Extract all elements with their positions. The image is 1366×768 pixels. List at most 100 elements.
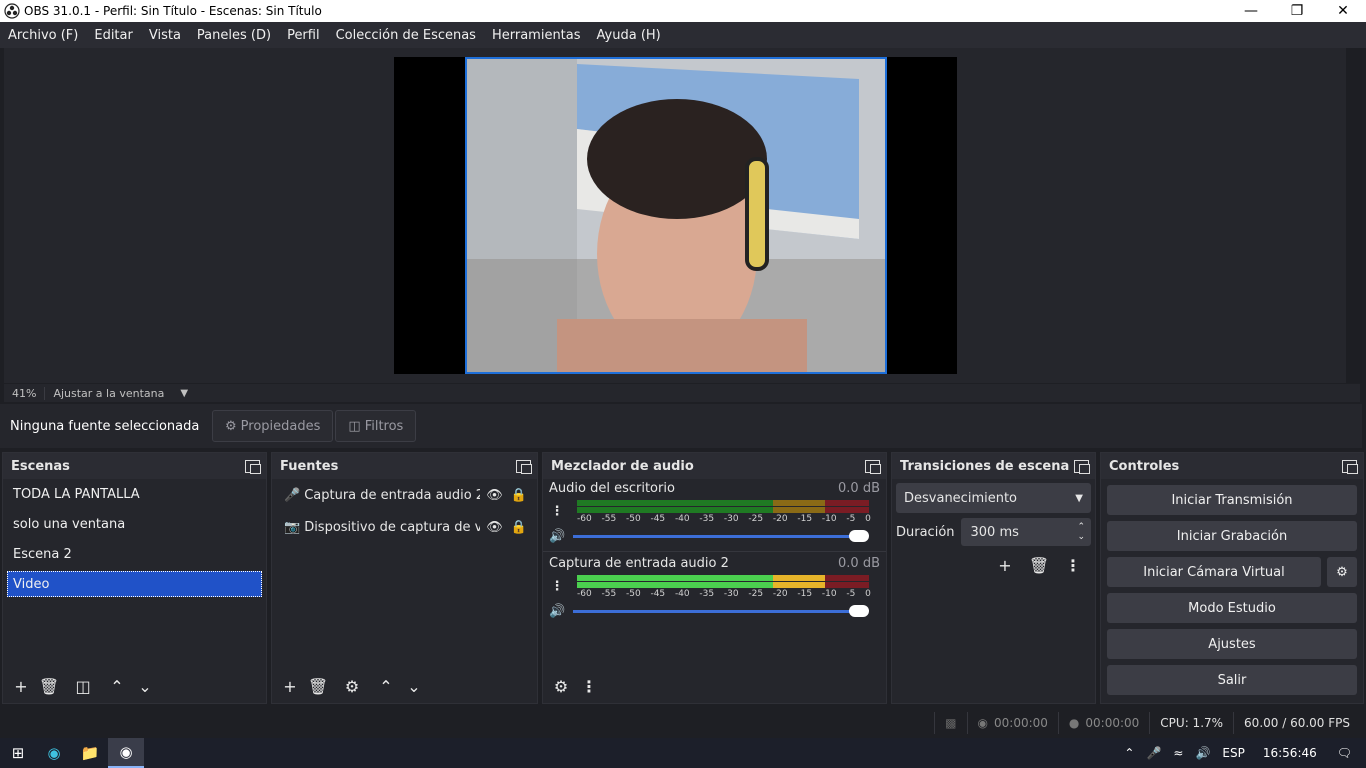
- speaker-icon[interactable]: 🔊: [549, 529, 565, 544]
- trash-icon[interactable]: 🗑: [1025, 553, 1053, 577]
- tick-label: -10: [821, 589, 837, 599]
- tick-label: -25: [748, 514, 764, 524]
- menu-editar[interactable]: Editar: [94, 28, 133, 43]
- undock-icon[interactable]: [1074, 459, 1090, 474]
- volume-knob[interactable]: [849, 530, 869, 542]
- tray-volume-icon[interactable]: 🔊: [1195, 746, 1210, 760]
- sources-dock: Fuentes 🎤 Captura de entrada audio 2 👁 🔒…: [271, 452, 538, 704]
- channel-menu-icon[interactable]: ⋮: [549, 579, 565, 594]
- menu-vista[interactable]: Vista: [149, 28, 181, 43]
- source-item[interactable]: 📷 Dispositivo de captura de video 👁 🔒: [272, 511, 537, 543]
- sources-header: Fuentes: [272, 453, 537, 479]
- tick-label: -20: [772, 589, 788, 599]
- trash-icon[interactable]: 🗑: [35, 674, 63, 698]
- channel-db: 0.0 dB: [838, 480, 880, 496]
- tick-label: -55: [601, 514, 617, 524]
- preview-scrollbar[interactable]: [1346, 48, 1362, 383]
- menu-perfil[interactable]: Perfil: [287, 28, 320, 43]
- tray-language[interactable]: ESP: [1222, 746, 1244, 760]
- menu-archivo[interactable]: Archivo (F): [8, 28, 78, 43]
- scene-item[interactable]: TODA LA PANTALLA: [3, 479, 266, 509]
- speaker-icon[interactable]: 🔊: [549, 604, 565, 619]
- channel-db: 0.0 dB: [838, 555, 880, 571]
- tray-microphone-icon[interactable]: 🎤: [1146, 746, 1161, 760]
- tray-wifi-icon[interactable]: ≈: [1173, 746, 1183, 760]
- obs-taskbar-icon[interactable]: ◉: [108, 738, 144, 768]
- undock-icon[interactable]: [1342, 459, 1358, 474]
- undock-icon[interactable]: [865, 459, 881, 474]
- notifications-icon[interactable]: 🗨: [1337, 746, 1352, 760]
- volume-slider[interactable]: [573, 601, 873, 621]
- filters-button[interactable]: ◫ Filtros: [335, 410, 417, 442]
- undock-icon[interactable]: [516, 459, 532, 474]
- transition-select[interactable]: Desvanecimiento ▼: [896, 483, 1091, 513]
- studio-mode-button[interactable]: Modo Estudio: [1107, 593, 1357, 623]
- webcam-source[interactable]: [465, 57, 887, 374]
- lock-icon[interactable]: 🔒: [511, 520, 527, 535]
- sources-title: Fuentes: [280, 458, 339, 474]
- visibility-eye-icon[interactable]: 👁: [486, 520, 503, 535]
- settings-button[interactable]: Ajustes: [1107, 629, 1357, 659]
- duration-row: Duración 300 ms ⌃ ⌄: [896, 517, 1091, 547]
- menu-herramientas[interactable]: Herramientas: [492, 28, 581, 43]
- source-properties-icon[interactable]: ⚙: [338, 674, 366, 698]
- zoom-mode[interactable]: Ajustar a la ventana: [45, 387, 172, 400]
- transition-menu-icon[interactable]: ⋮: [1059, 553, 1087, 577]
- volume-slider[interactable]: [573, 526, 873, 546]
- add-source-icon[interactable]: +: [276, 674, 304, 698]
- volume-knob[interactable]: [849, 605, 869, 617]
- record-time: 00:00:00: [1085, 716, 1140, 730]
- scene-item[interactable]: solo una ventana: [3, 509, 266, 539]
- start-virtual-camera-button[interactable]: Iniciar Cámara Virtual: [1107, 557, 1321, 587]
- duration-spinbox[interactable]: 300 ms ⌃ ⌄: [960, 518, 1091, 546]
- undock-icon[interactable]: [245, 459, 261, 474]
- menu-paneles[interactable]: Paneles (D): [197, 28, 271, 43]
- fps-readout: 60.00 / 60.00 FPS: [1233, 712, 1366, 734]
- trash-icon[interactable]: 🗑: [304, 674, 332, 698]
- edge-browser-icon[interactable]: ◉: [36, 738, 72, 768]
- cpu-usage: CPU: 1.7%: [1149, 712, 1233, 734]
- minimize-button[interactable]: —: [1228, 0, 1274, 22]
- file-explorer-icon[interactable]: 📁: [72, 738, 108, 768]
- spin-arrows-icon[interactable]: ⌃ ⌄: [1077, 522, 1085, 542]
- preview-area[interactable]: [4, 48, 1346, 383]
- transition-toolbar: + 🗑 ⋮: [892, 553, 1095, 577]
- mixer-menu-icon[interactable]: ⋮: [575, 674, 603, 698]
- move-down-icon[interactable]: ⌄: [131, 674, 159, 698]
- title-bar: OBS 31.0.1 - Perfil: Sin Título - Escena…: [0, 0, 1366, 22]
- volume-meter: -60 -55 -50 -45 -40 -35 -30 -25 -20 -15 …: [573, 498, 871, 524]
- move-up-icon[interactable]: ⌃: [372, 674, 400, 698]
- tick-label: -15: [797, 589, 813, 599]
- webcam-image: [467, 59, 885, 372]
- source-name: Captura de entrada audio 2: [304, 487, 481, 503]
- move-down-icon[interactable]: ⌄: [400, 674, 428, 698]
- tick-label: -15: [797, 514, 813, 524]
- properties-button[interactable]: ⚙ Propiedades: [212, 410, 334, 442]
- exit-button[interactable]: Salir: [1107, 665, 1357, 695]
- start-stream-button[interactable]: Iniciar Transmisión: [1107, 485, 1357, 515]
- virtual-camera-gear-icon[interactable]: ⚙: [1327, 557, 1357, 587]
- source-item[interactable]: 🎤 Captura de entrada audio 2 👁 🔒: [272, 479, 537, 511]
- tray-clock[interactable]: 16:56:46: [1263, 746, 1317, 760]
- channel-menu-icon[interactable]: ⋮: [549, 504, 565, 519]
- tick-label: -40: [674, 514, 690, 524]
- tray-chevron-up-icon[interactable]: ⌃: [1124, 746, 1134, 760]
- zoom-dropdown-icon[interactable]: ▼: [172, 388, 196, 399]
- windows-start-icon[interactable]: ⊞: [0, 738, 36, 768]
- lock-icon[interactable]: 🔒: [511, 488, 527, 503]
- close-button[interactable]: ✕: [1320, 0, 1366, 22]
- add-transition-icon[interactable]: +: [991, 553, 1019, 577]
- add-scene-icon[interactable]: +: [7, 674, 35, 698]
- visibility-eye-icon[interactable]: 👁: [486, 488, 503, 503]
- menu-coleccion-escenas[interactable]: Colección de Escenas: [336, 28, 476, 43]
- scene-filters-icon[interactable]: ◫: [69, 674, 97, 698]
- advanced-audio-gear-icon[interactable]: ⚙: [547, 674, 575, 698]
- start-record-button[interactable]: Iniciar Grabación: [1107, 521, 1357, 551]
- move-up-icon[interactable]: ⌃: [103, 674, 131, 698]
- scenes-header: Escenas: [3, 453, 266, 479]
- scene-item-selected[interactable]: Video: [7, 571, 262, 597]
- maximize-button[interactable]: ❐: [1274, 0, 1320, 22]
- properties-label: Propiedades: [240, 418, 321, 434]
- scene-item[interactable]: Escena 2: [3, 539, 266, 569]
- menu-ayuda[interactable]: Ayuda (H): [597, 28, 661, 43]
